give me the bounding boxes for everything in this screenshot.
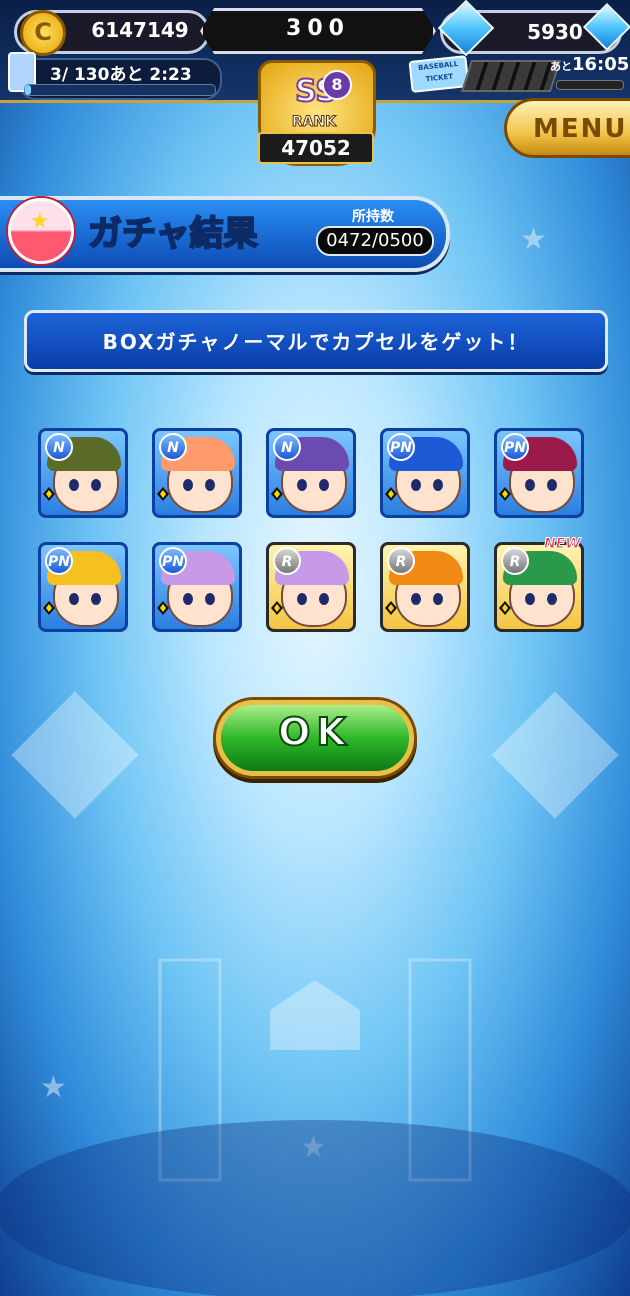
new-badge: NEW [544, 536, 582, 553]
character-card[interactable]: N [38, 428, 128, 518]
capsule-star-icon: ★ [30, 209, 50, 234]
character-eye [433, 593, 443, 605]
ticket-timer: あと16:05 [550, 54, 630, 75]
rarity-badge: N [273, 433, 301, 461]
character-eye [547, 479, 557, 491]
timer-label: あと [550, 60, 572, 73]
character-card[interactable]: N [266, 428, 356, 518]
rarity-badge: PN [45, 547, 73, 575]
stock-label: 所持数 [352, 209, 394, 225]
character-eye [547, 593, 557, 605]
rarity-badge: PN [159, 547, 187, 575]
character-card[interactable]: R [266, 542, 356, 632]
character-eye [319, 593, 329, 605]
character-eye [319, 479, 329, 491]
ticket-progress-fill [25, 85, 31, 95]
baseball-field-illustration [0, 958, 630, 1296]
baseball-ticket-slots [460, 60, 562, 92]
character-eye [183, 479, 193, 491]
character-eye [69, 593, 79, 605]
character-eye [433, 479, 443, 491]
character-eye [183, 593, 193, 605]
character-eye [91, 593, 101, 605]
character-card[interactable]: PN [38, 542, 128, 632]
rarity-badge: PN [387, 433, 415, 461]
stock-value: 0472/0500 [316, 226, 434, 256]
menu-button[interactable]: MENU [504, 98, 630, 158]
character-eye [411, 593, 421, 605]
character-card[interactable]: PN [494, 428, 584, 518]
rarity-badge: N [159, 433, 187, 461]
character-eye [297, 593, 307, 605]
timer-track [556, 80, 624, 90]
character-eye [525, 593, 535, 605]
gem-value: 5930 [527, 20, 583, 44]
rarity-badge: PN [501, 433, 529, 461]
page-title: ガチャ結果 [87, 213, 259, 255]
character-card[interactable]: PN [380, 428, 470, 518]
character-card[interactable]: R [380, 542, 470, 632]
character-eye [525, 479, 535, 491]
character-eye [205, 593, 215, 605]
rarity-badge: R [273, 547, 301, 575]
character-eye [91, 479, 101, 491]
ok-button-label[interactable]: OK [216, 709, 414, 755]
character-card[interactable]: PN [152, 542, 242, 632]
rank-score: 47052 [258, 132, 374, 164]
character-card[interactable]: R [494, 542, 584, 632]
timer-value: 16:05 [572, 54, 630, 75]
background-diamond-right [491, 691, 619, 819]
ticket-progress-track [24, 84, 216, 96]
capsule-stock: 所持数 0472/0500 [316, 206, 434, 256]
coin-value: 6147149 [91, 18, 189, 42]
background-diamond-left [11, 691, 139, 819]
rarity-badge: N [45, 433, 73, 461]
rarity-badge: R [387, 547, 415, 575]
result-message: BOXガチャノーマルでカプセルをゲット！ [102, 330, 530, 354]
rarity-badge: R [501, 547, 529, 575]
rank-badge[interactable]: SS 8 RANK 47052 [232, 54, 396, 170]
rank-label: RANK [291, 114, 337, 131]
stamina-value: 300 [286, 16, 350, 41]
rank-level: 8 [322, 70, 352, 100]
ticket-recovery-text: 3/ 130あと 2:23 [50, 65, 192, 85]
baseball-ticket-icon: BASEBALL TICKET [408, 55, 470, 93]
coin-icon: C [20, 10, 66, 56]
character-eye [205, 479, 215, 491]
character-eye [411, 479, 421, 491]
character-card[interactable]: N [152, 428, 242, 518]
character-eye [69, 479, 79, 491]
background-star-icon: ★ [520, 222, 547, 257]
character-eye [297, 479, 307, 491]
